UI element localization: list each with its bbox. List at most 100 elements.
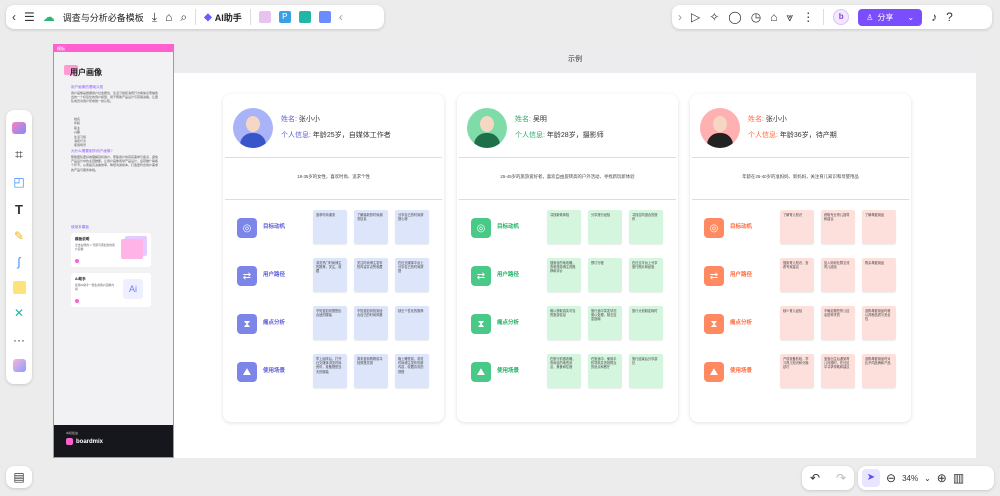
play-icon[interactable]: ▷ — [691, 10, 700, 24]
sticky-note[interactable]: 晚上睡觉前，浏览时尚博主发布的新内容，收藏喜欢的穿搭 — [395, 354, 429, 388]
row-label: 使用场景 — [263, 368, 286, 374]
minimap-button[interactable]: ▤ — [6, 466, 32, 488]
template-icon[interactable] — [12, 122, 26, 135]
bell-icon[interactable]: ♪ — [931, 10, 937, 24]
panel-section2: 为什么需要制作用户画像? — [71, 149, 113, 153]
share-button[interactable]: ♙ 分享 ⌄ — [858, 8, 923, 26]
celebrate-icon[interactable]: ✧ — [709, 10, 719, 24]
persona-name: 张小小 — [298, 116, 320, 123]
frame-icon[interactable]: ⌗ — [15, 146, 23, 163]
apps-icon[interactable] — [12, 358, 26, 372]
scene-icon: ⛰ — [471, 362, 491, 382]
sticky-note[interactable]: 搜索育儿知识，查看专家建议 — [780, 258, 814, 292]
sticky-note[interactable]: 搜索目的地攻略，查看旅游博主的推荐和评价 — [547, 258, 581, 292]
sticky-note[interactable]: 分享旅行经验 — [588, 210, 622, 244]
menu-icon[interactable]: ☰ — [24, 10, 35, 24]
frame-header: 示例 — [174, 44, 976, 73]
target-icon: ◎ — [237, 218, 257, 238]
download-icon[interactable]: ⤓ — [152, 10, 157, 25]
connector-icon[interactable]: ∫ — [17, 255, 20, 269]
sticky-note[interactable]: 宝宝出生后遇到育儿问题时，在社区中寻求帮助和建议 — [821, 354, 855, 388]
sticky-note-icon[interactable] — [12, 281, 26, 295]
vote-icon[interactable]: ⌂ — [770, 10, 777, 24]
timer-icon[interactable]: ◷ — [751, 10, 761, 24]
user-avatar[interactable]: b — [833, 9, 850, 25]
search-icon[interactable]: ⌕ — [180, 10, 187, 25]
path-icon: ⇄ — [471, 266, 491, 286]
zoom-dropdown-icon[interactable]: ⌄ — [924, 474, 931, 483]
sticky-note[interactable]: 在旅途中，使用手机导航并查找附近的景点和餐厅 — [588, 354, 622, 388]
help-icon[interactable]: ? — [946, 10, 953, 24]
sticky-note[interactable]: 分享自己的时尚穿搭心得 — [395, 210, 429, 244]
persona-row: ⛰ 使用场景 早上起床后，打开社交媒体浏览时尚资讯，准备搭配当天的服装 周末逛街购… — [237, 354, 437, 394]
more-tools-icon[interactable]: ⋮ — [802, 10, 814, 24]
zoom-level[interactable]: 34% — [902, 474, 918, 483]
sticky-note[interactable]: 缺乏个性化的推荐 — [395, 306, 429, 340]
sticky-note[interactable]: 获取专业育儿指导和建议 — [821, 210, 855, 244]
sticky-note[interactable]: 选购母婴用品时难以判断品质与安全性 — [862, 306, 896, 340]
more-icon[interactable]: ··· — [13, 333, 25, 347]
sticky-note[interactable]: 难以获取真实可靠的旅游信息 — [547, 306, 581, 340]
text-icon[interactable]: T — [15, 202, 23, 217]
persona-avatar — [700, 108, 740, 148]
sticky-note[interactable]: 周末逛街购物前寻找穿搭灵感 — [354, 354, 388, 388]
pen-icon[interactable]: ✎ — [14, 229, 24, 243]
ai-assistant-button[interactable]: ◆ AI助手 — [204, 11, 242, 24]
sticky-note[interactable]: 产前准备阶段，学习育儿知识和分娩技巧 — [780, 354, 814, 388]
sticky-note[interactable]: 关注时尚博主发布的内容并点赞收藏 — [354, 258, 388, 292]
zoom-in-icon[interactable]: ⊕ — [937, 471, 947, 485]
undo-icon[interactable]: ↶ — [810, 471, 820, 485]
sticky-note[interactable]: 了解育儿知识 — [780, 210, 814, 244]
row-label: 用户路径 — [263, 272, 286, 278]
sticky-note[interactable]: 不确定哪些育儿信息是科学的 — [821, 306, 855, 340]
book-icon[interactable]: ▥ — [953, 471, 964, 485]
sticky-note[interactable]: 寻找新奇体验 — [547, 210, 581, 244]
left-toolbar: ⌗ ◰ T ✎ ∫ ✕ ··· — [6, 110, 32, 384]
persona-info-row: 个人信息: 年龄25岁，自媒体工作者 — [281, 130, 391, 140]
redo-icon[interactable]: ↷ — [836, 471, 846, 485]
presentation-icon[interactable]: P — [278, 11, 291, 23]
sticky-note[interactable]: 在社交平台上分享旅行照片和经验 — [629, 258, 663, 292]
doc-title[interactable]: 调查与分析必备模板 — [63, 11, 144, 24]
sticky-note[interactable]: 在旅行前做攻略，查询目的地的景点、美食和住宿 — [547, 354, 581, 388]
collapse-icon[interactable]: ‹ — [339, 10, 343, 24]
shape-icon[interactable]: ◰ — [13, 175, 24, 189]
persona-info-row: 个人信息: 年龄28岁，摄影师 — [515, 130, 604, 140]
mindmap-icon[interactable] — [298, 11, 311, 23]
sticky-note[interactable]: 浏览热门时尚博主的推荐，关注，收藏 — [313, 258, 347, 292]
sticky-note[interactable]: 不知道如何搭配出合适的服装 — [313, 306, 347, 340]
sticky-note[interactable]: 不知道如何找到适合自己的时尚风格 — [354, 306, 388, 340]
back-icon[interactable]: ‹ — [12, 10, 16, 24]
sticky-note[interactable]: 缺少育儿经验 — [780, 306, 814, 340]
mindmap-tool-icon[interactable]: ✕ — [14, 306, 24, 320]
select-tool-button[interactable]: ➤ — [862, 469, 880, 487]
sticky-note[interactable]: 购买母婴用品 — [862, 258, 896, 292]
tag-icon[interactable]: ⌂ — [165, 10, 172, 24]
sticky-note[interactable]: 旅行计划制定耗时 — [629, 306, 663, 340]
sticky-note[interactable]: 预订行程 — [588, 258, 622, 292]
divider — [195, 9, 197, 25]
comment-icon[interactable]: ◯ — [728, 10, 741, 24]
row-text: 用户路径 — [730, 270, 752, 278]
chat-icon[interactable] — [318, 11, 331, 23]
sticky-note[interactable]: 旅行途中突发状况难以处理，缺乏应急指南 — [588, 306, 622, 340]
sticky-note[interactable]: 在社交媒体平台上分享自己的时尚穿搭 — [395, 258, 429, 292]
sticky-note[interactable]: 早上起床后，打开社交媒体浏览时尚资讯，准备搭配当天的服装 — [313, 354, 347, 388]
filter-icon[interactable]: ⩔ — [786, 10, 793, 25]
sticky-note[interactable]: 寻找志同道合的旅伴 — [629, 210, 663, 244]
ai-assistant-card[interactable]: AI助手 使用AI助手一键生成用户画像内容 Ai — [71, 273, 151, 307]
template-usage-card[interactable]: 模板说明 点击右侧的“+”号即可添加新的用户画像 — [71, 233, 151, 267]
persona-avatar — [233, 108, 273, 148]
sticky-note[interactable]: 旅行结束后分享游记 — [629, 354, 663, 388]
persona-row: ⛰ 使用场景 在旅行前做攻略，查询目的地的景点、美食和住宿 在旅途中，使用手机导航… — [471, 354, 671, 394]
expand-icon[interactable]: › — [678, 10, 682, 24]
zoom-out-icon[interactable]: ⊖ — [886, 471, 896, 485]
sticky-note[interactable]: 加入妈妈社群交流育儿经验 — [821, 258, 855, 292]
sticky-note[interactable]: 追求时尚潮流 — [313, 210, 347, 244]
image-icon[interactable] — [258, 11, 271, 23]
sticky-note[interactable]: 了解最新的时尚潮流信息 — [354, 210, 388, 244]
persona-card: 姓名: 张小小 个人信息: 年龄36岁，待产期 年龄在25-40岁的准妈妈、新妈… — [690, 94, 911, 422]
sticky-note[interactable]: 选购母婴用品时对比不同品牌和产品 — [862, 354, 896, 388]
sticky-note[interactable]: 了解母婴用品 — [862, 210, 896, 244]
pain-icon: ⧗ — [704, 314, 724, 334]
